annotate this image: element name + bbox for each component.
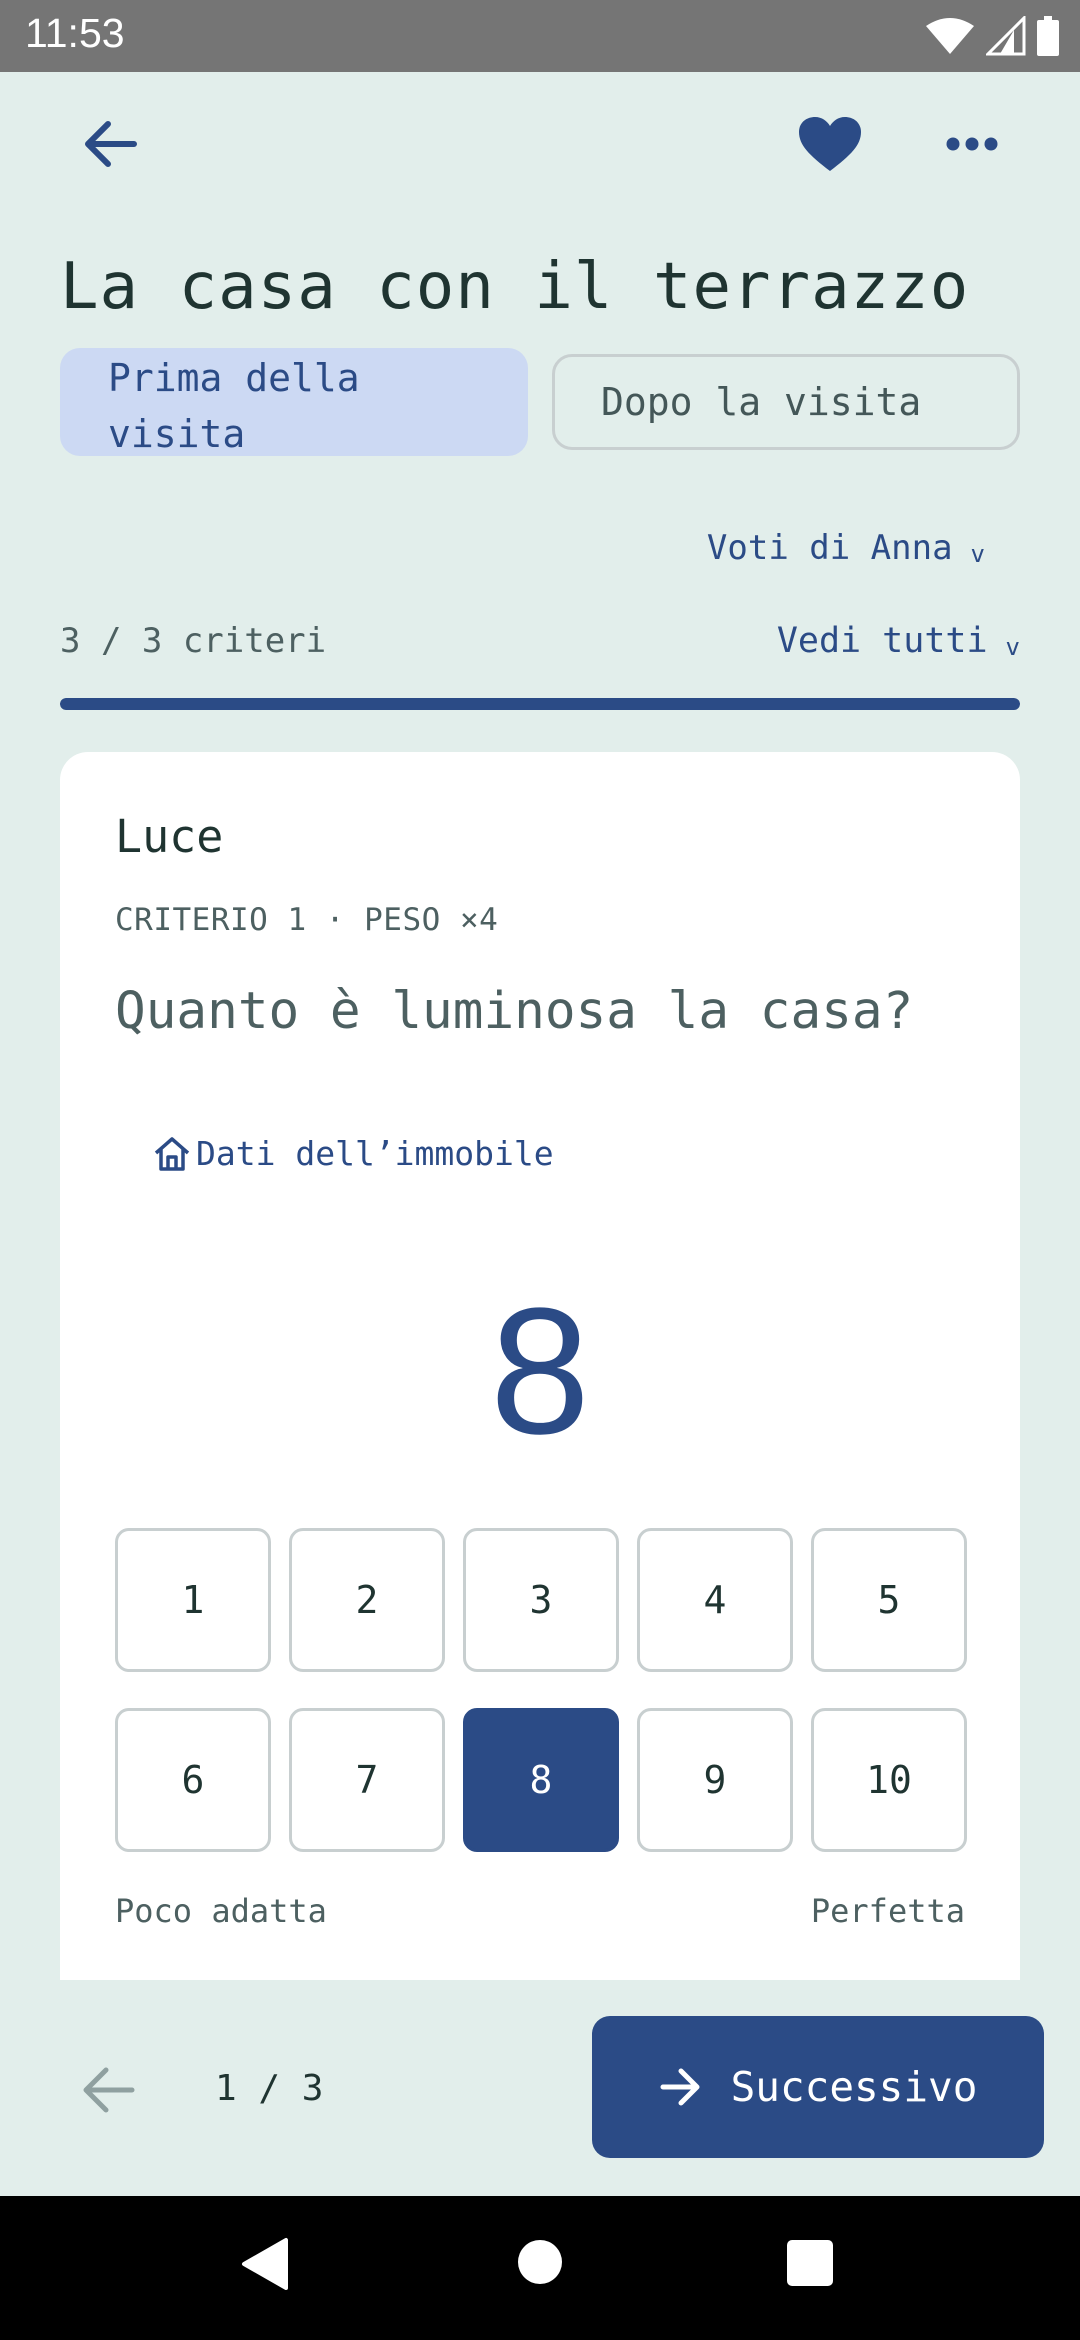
arrow-left-icon [83,2067,135,2113]
criterion-name: Luce [115,810,224,863]
score-button-8[interactable]: 8 [463,1708,619,1852]
home-icon [154,1136,190,1171]
nav-recents-icon[interactable] [787,2240,833,2286]
score-button-7[interactable]: 7 [289,1708,445,1852]
favorite-button[interactable] [790,104,870,184]
tab-before-visit[interactable]: Prima della visita [60,348,528,456]
criterion-question: Quanto è luminosa la casa? [115,982,914,1041]
criteria-progress-bar [60,698,1020,710]
status-time: 11:53 [25,10,125,56]
criteria-count: 3 / 3 criteri [60,621,327,661]
scale-max-label: Perfetta [810,1892,965,1930]
property-data-link[interactable]: Dati dell’immobile [152,1134,554,1173]
criteria-progress-fill [60,698,1020,710]
score-button-4[interactable]: 4 [637,1528,793,1672]
status-icons [924,16,1060,56]
tab-after-visit-label: Dopo la visita [601,380,922,424]
page-title: La casa con il terrazzo [60,250,970,324]
scale-min-label: Poco adatta [115,1892,327,1930]
see-all-dropdown[interactable]: Vedi tutti v [777,621,1020,661]
status-bar: 11:53 [0,0,1080,72]
score-button-5[interactable]: 5 [811,1528,967,1672]
next-button-label: Successivo [730,2063,978,2111]
see-all-label: Vedi tutti [776,621,988,661]
heart-icon [799,117,861,171]
score-button-2[interactable]: 2 [289,1528,445,1672]
arrow-left-icon [85,121,137,167]
criterion-meta: CRITERIO 1 · PESO ×4 [115,902,499,938]
score-button-9[interactable]: 9 [637,1708,793,1852]
page-indicator: 1 / 3 [215,2068,324,2109]
score-button-10[interactable]: 10 [811,1708,967,1852]
chevron-down-icon: v [970,540,985,568]
rater-label: Voti di Anna [706,528,953,568]
signal-icon [986,16,1026,56]
property-data-label: Dati dell’immobile [196,1134,554,1173]
back-button[interactable] [70,108,150,180]
rater-dropdown[interactable]: Voti di Anna v [707,528,985,568]
system-nav-bar [0,2196,1080,2340]
chevron-down-icon: v [1005,633,1020,661]
score-button-1[interactable]: 1 [115,1528,271,1672]
score-picker: 1 2 3 4 5 6 7 8 9 10 [115,1528,967,1852]
more-options-button[interactable] [930,104,1014,184]
arrow-right-icon [660,2068,700,2106]
nav-home-icon[interactable] [518,2240,562,2284]
next-button[interactable]: Successivo [592,2016,1044,2158]
tab-after-visit[interactable]: Dopo la visita [552,354,1020,450]
wifi-icon [926,18,974,54]
selected-score-display: 8 [489,1271,591,1472]
score-button-6[interactable]: 6 [115,1708,271,1852]
battery-icon [1037,16,1059,56]
score-button-3[interactable]: 3 [463,1528,619,1672]
previous-button[interactable] [68,2054,148,2126]
nav-back-icon[interactable] [240,2236,290,2292]
more-horizontal-icon [946,137,998,151]
criterion-card: Luce CRITERIO 1 · PESO ×4 Quanto è lumin… [60,752,1020,1980]
